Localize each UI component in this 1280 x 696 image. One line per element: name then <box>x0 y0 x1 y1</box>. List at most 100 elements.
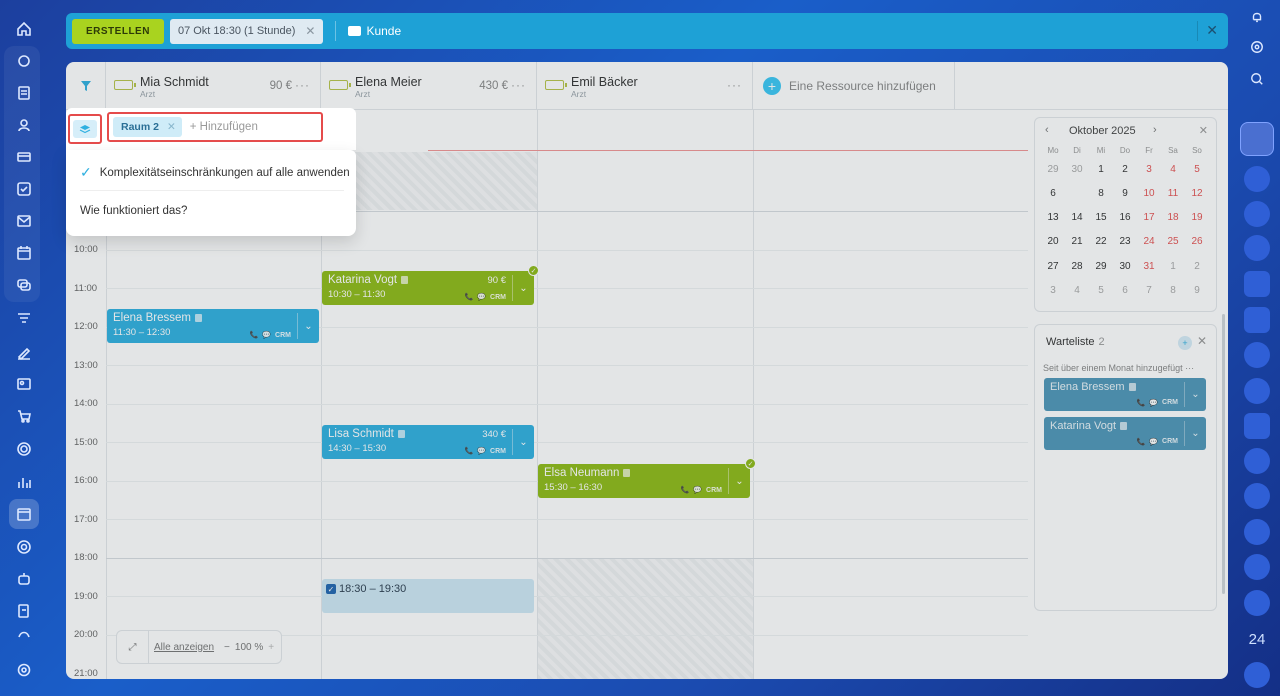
phone-icon[interactable]: 📞 <box>681 486 690 494</box>
more-icon[interactable]: ··· <box>511 78 526 92</box>
group-chat-icon[interactable] <box>1244 519 1270 545</box>
scrollbar[interactable] <box>1222 314 1225 594</box>
calendar-day[interactable]: 24 <box>1137 230 1161 253</box>
chevron-down-icon[interactable]: ⌄ <box>728 468 750 494</box>
calendar-day[interactable]: 9 <box>1113 182 1137 205</box>
puzzle-icon[interactable] <box>9 46 39 76</box>
resource-type-selector[interactable]: Raum 2 ✕ + Hinzufügen <box>107 112 323 142</box>
resource-column-header[interactable]: Mia Schmidt Arzt 90 € ··· <box>106 62 321 109</box>
resource-column-header[interactable]: Elena Meier Arzt 430 € ··· <box>321 62 537 109</box>
chevron-down-icon[interactable]: ⌄ <box>512 275 534 301</box>
chat-avatar-icon[interactable] <box>1244 201 1270 227</box>
calendar-day[interactable]: 6 <box>1041 182 1065 204</box>
phone-icon[interactable]: 📞 <box>250 331 259 339</box>
calendar-day[interactable]: 26 <box>1185 230 1209 253</box>
activity-icon[interactable] <box>1244 34 1270 60</box>
id-card-icon[interactable] <box>9 369 39 399</box>
phone-icon[interactable]: 📞 <box>465 293 474 301</box>
booking-card[interactable]: Lisa Schmidt 14:30 – 15:30 340 € 📞 💬 CRM ⌄ <box>322 425 534 459</box>
phone-icon[interactable]: 📞 <box>465 447 474 455</box>
message-icon[interactable]: 💬 <box>477 293 486 301</box>
calendar-day[interactable]: 15 <box>1089 206 1113 229</box>
group-chat-icon[interactable] <box>1244 590 1270 616</box>
add-waitlist-button[interactable]: + <box>1178 336 1192 350</box>
cards-icon[interactable] <box>9 142 39 172</box>
chat-avatar-icon[interactable] <box>1244 662 1270 688</box>
crm-label[interactable]: CRM <box>275 332 291 339</box>
calendar-day[interactable]: 4 <box>1161 158 1185 180</box>
message-icon[interactable]: 💬 <box>477 447 486 455</box>
remove-tag-icon[interactable]: ✕ <box>167 121 176 133</box>
crm-label[interactable]: CRM <box>490 448 506 455</box>
more-icon[interactable] <box>9 626 39 640</box>
more-icon[interactable]: ··· <box>727 78 742 92</box>
chevron-right-icon[interactable]: › <box>1153 124 1157 136</box>
crm-label[interactable]: CRM <box>1162 399 1178 407</box>
resource-tag[interactable]: Raum 2 ✕ <box>113 117 182 137</box>
calendar-day[interactable]: 7 <box>1065 182 1089 205</box>
calendar-day[interactable]: 25 <box>1161 230 1185 253</box>
expand-icon[interactable]: ⤢ <box>117 631 149 663</box>
waitlist-item[interactable]: Katarina Vogt 📞 💬 CRM ⌄ <box>1044 417 1206 450</box>
group-chat-icon[interactable] <box>1244 448 1270 474</box>
calendar-day[interactable]: 31 <box>1137 255 1161 277</box>
close-icon[interactable]: ✕ <box>1197 334 1207 348</box>
calendar-day[interactable]: 29 <box>1089 255 1113 278</box>
calendar-day[interactable]: 19 <box>1185 206 1209 229</box>
crm-label[interactable]: CRM <box>1162 438 1178 446</box>
calendar-day[interactable]: 5 <box>1185 158 1209 180</box>
bitrix24-badge[interactable]: 24 <box>1244 626 1270 652</box>
calendar-day[interactable]: 3 <box>1137 158 1161 180</box>
calendar-day[interactable]: 22 <box>1089 230 1113 253</box>
calendar-day[interactable]: 28 <box>1065 255 1089 278</box>
calendar-day[interactable]: 18 <box>1161 206 1185 229</box>
chat-avatar-icon[interactable] <box>1244 235 1270 261</box>
create-button[interactable]: ERSTELLEN <box>72 18 164 44</box>
chat-avatar-icon[interactable] <box>1244 378 1270 404</box>
calendar-icon[interactable] <box>9 238 39 268</box>
help-link[interactable]: Wie funktioniert das? <box>80 205 187 217</box>
calendar-day[interactable]: 30 <box>1065 158 1089 180</box>
cart-icon[interactable] <box>9 401 39 431</box>
calendar-day[interactable]: 2 <box>1185 255 1209 277</box>
calendar-day[interactable]: 2 <box>1113 158 1137 180</box>
calendar-day[interactable]: 3 <box>1041 280 1065 302</box>
more-icon[interactable]: ··· <box>295 78 310 92</box>
robot-icon[interactable] <box>9 564 39 594</box>
add-tag-button[interactable]: + Hinzufügen <box>190 121 258 133</box>
message-icon[interactable]: 💬 <box>693 486 702 494</box>
checkbox-icon[interactable]: ✓ <box>326 584 336 594</box>
message-icon[interactable]: 💬 <box>262 331 271 339</box>
support-icon[interactable] <box>9 532 39 562</box>
chat-avatar-icon[interactable] <box>1244 307 1270 333</box>
calendar-day[interactable]: 17 <box>1137 206 1161 229</box>
calendar-day[interactable]: 30 <box>1113 255 1137 278</box>
date-chip[interactable]: 07 Okt 18:30 (1 Stunde) ✕ <box>169 18 324 44</box>
selected-time-slot[interactable]: ✓ 18:30 – 19:30 <box>322 579 534 613</box>
add-resource-button[interactable]: + Eine Ressource hinzufügen <box>753 62 955 109</box>
chevron-left-icon[interactable]: ‹ <box>1045 124 1049 136</box>
calendar-day[interactable]: 9 <box>1185 280 1209 302</box>
chat-avatar-icon[interactable] <box>1244 166 1270 192</box>
calendar-day[interactable]: 7 <box>1137 280 1161 302</box>
zoom-in-button[interactable]: + <box>268 642 274 653</box>
chevron-down-icon[interactable]: ⌄ <box>297 313 319 339</box>
calendar-day[interactable]: 23 <box>1113 230 1137 253</box>
settings-icon[interactable] <box>9 655 39 685</box>
chat-avatar-icon[interactable] <box>1244 271 1270 297</box>
home-icon[interactable] <box>9 14 39 44</box>
calendar-day[interactable]: 8 <box>1161 280 1185 302</box>
calendar-day[interactable]: 1 <box>1089 158 1113 180</box>
chevron-down-icon[interactable]: ⌄ <box>512 429 534 455</box>
show-all-link[interactable]: Alle anzeigen <box>154 642 214 653</box>
avatar[interactable] <box>1240 122 1274 156</box>
layers-button[interactable] <box>68 114 102 144</box>
calendar-day[interactable]: 6 <box>1113 280 1137 302</box>
calendar-day[interactable]: 29 <box>1041 158 1065 180</box>
mail-icon[interactable] <box>9 206 39 236</box>
analytics-icon[interactable] <box>9 467 39 497</box>
group-chat-icon[interactable] <box>1244 413 1270 439</box>
crm-label[interactable]: CRM <box>706 487 722 494</box>
edit-document-icon[interactable] <box>9 596 39 626</box>
booking-card[interactable]: Elsa Neumann 15:30 – 16:30 📞 💬 CRM ⌄ <box>538 464 750 498</box>
